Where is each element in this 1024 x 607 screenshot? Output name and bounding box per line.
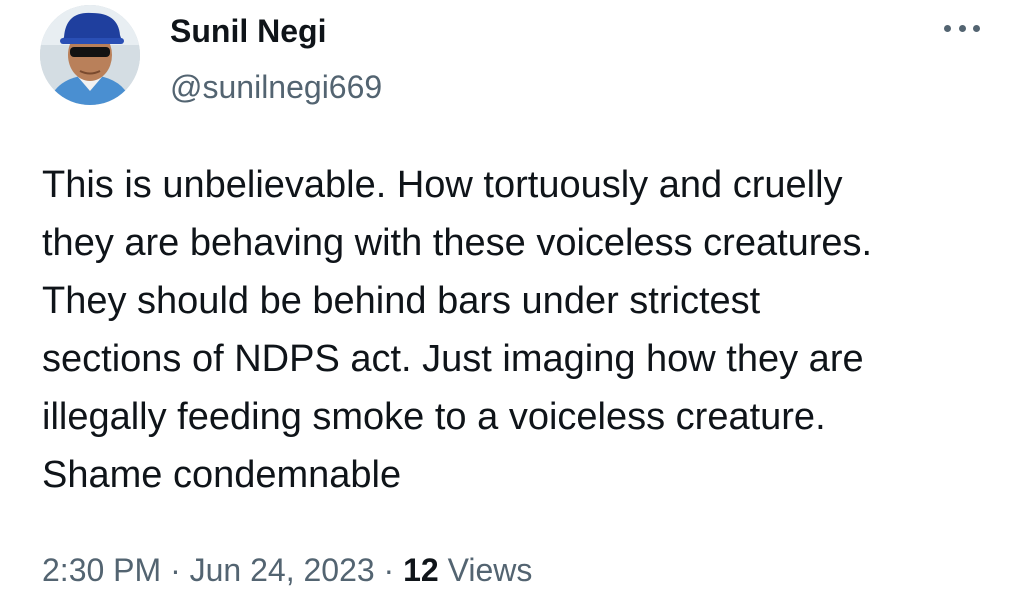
meta-separator: · (383, 552, 395, 588)
tweet-text: This is unbelievable. How tortuously and… (42, 156, 992, 504)
avatar-photo (40, 5, 140, 105)
tweet-text-line: they are behaving with these voiceless c… (42, 222, 873, 264)
user-handle[interactable]: @sunilnegi669 (170, 68, 382, 106)
tweet-text-line: sections of NDPS act. Just imaging how t… (42, 338, 864, 380)
tweet-text-line: illegally feeding smoke to a voiceless c… (42, 396, 826, 438)
tweet-time[interactable]: 2:30 PM (42, 552, 161, 588)
tweet-text-line: This is unbelievable. How tortuously and… (42, 164, 843, 206)
more-dot (973, 24, 980, 32)
more-horizontal-icon[interactable] (944, 18, 980, 38)
avatar[interactable] (40, 5, 140, 105)
display-name[interactable]: Sunil Negi (170, 12, 382, 50)
tweet-date[interactable]: Jun 24, 2023 (190, 552, 375, 588)
author-info: Sunil Negi @sunilnegi669 (170, 12, 382, 106)
views-count[interactable]: 12 (403, 552, 439, 588)
views-label: Views (447, 552, 533, 588)
more-dot (958, 24, 966, 32)
tweet-meta: 2:30 PM · Jun 24, 2023 · 12 Views (42, 550, 532, 590)
meta-separator: · (170, 552, 181, 588)
tweet-text-line: Shame condemnable (42, 454, 402, 496)
tweet-card: Sunil Negi @sunilnegi669 This is unbelie… (0, 0, 1024, 607)
tweet-text-line: They should be behind bars under stricte… (42, 280, 761, 322)
more-dot (944, 24, 951, 32)
